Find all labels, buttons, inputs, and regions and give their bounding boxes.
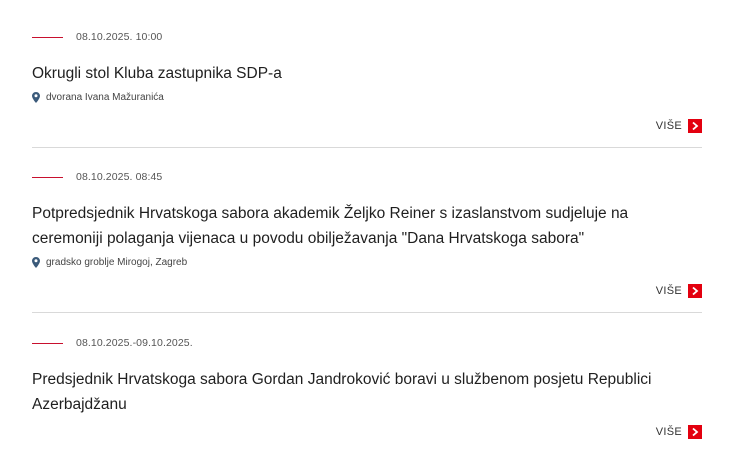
event-location: dvorana Ivana Mažuranića bbox=[32, 92, 702, 103]
event-title[interactable]: Predsjednik Hrvatskoga sabora Gordan Jan… bbox=[32, 367, 692, 417]
event-meta: 08.10.2025. 10:00 bbox=[32, 26, 702, 48]
more-label: VIŠE bbox=[655, 120, 682, 132]
more-link[interactable]: VIŠE bbox=[656, 119, 702, 133]
event-location-label: dvorana Ivana Mažuranića bbox=[46, 92, 164, 103]
map-pin-icon bbox=[32, 92, 40, 103]
event-title[interactable]: Potpredsjednik Hrvatskoga sabora akademi… bbox=[32, 201, 692, 251]
chevron-right-icon bbox=[688, 119, 702, 133]
more-link[interactable]: VIŠE bbox=[656, 425, 702, 439]
chevron-right-icon bbox=[688, 425, 702, 439]
event-item: 08.10.2025. 10:00 Okrugli stol Kluba zas… bbox=[32, 26, 702, 148]
event-meta: 08.10.2025.-09.10.2025. bbox=[32, 332, 702, 354]
event-location-label: gradsko groblje Mirogoj, Zagreb bbox=[46, 257, 188, 268]
chevron-right-icon bbox=[688, 284, 702, 298]
date-dash bbox=[32, 342, 63, 344]
more-link[interactable]: VIŠE bbox=[656, 284, 702, 298]
event-list: 08.10.2025. 10:00 Okrugli stol Kluba zas… bbox=[0, 0, 748, 450]
event-date: 08.10.2025. 10:00 bbox=[76, 31, 163, 43]
event-item: 08.10.2025. 08:45 Potpredsjednik Hrvatsk… bbox=[32, 166, 702, 313]
event-title[interactable]: Okrugli stol Kluba zastupnika SDP-a bbox=[32, 61, 692, 86]
event-date: 08.10.2025. 08:45 bbox=[76, 171, 163, 183]
event-meta: 08.10.2025. 08:45 bbox=[32, 166, 702, 188]
event-date: 08.10.2025.-09.10.2025. bbox=[76, 337, 193, 349]
event-divider bbox=[32, 147, 702, 148]
event-divider bbox=[32, 312, 702, 313]
more-label: VIŠE bbox=[655, 285, 682, 297]
event-location: gradsko groblje Mirogoj, Zagreb bbox=[32, 257, 702, 268]
map-pin-icon bbox=[32, 257, 40, 268]
event-item: 08.10.2025.-09.10.2025. Predsjednik Hrva… bbox=[32, 332, 702, 450]
date-dash bbox=[32, 176, 63, 178]
more-label: VIŠE bbox=[655, 426, 682, 438]
date-dash bbox=[32, 36, 63, 38]
